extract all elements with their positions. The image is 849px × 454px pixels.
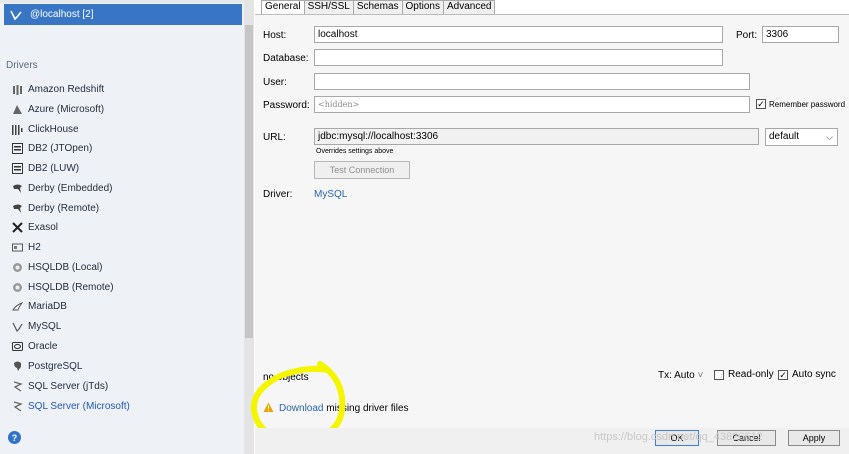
- driver-derby-embedded[interactable]: Derby (Embedded): [11, 179, 112, 197]
- driver-amazon-redshift[interactable]: Amazon Redshift: [11, 80, 104, 98]
- sidebar-scrollbar-thumb[interactable]: [245, 25, 253, 338]
- driver-db2-jtopen[interactable]: DB2 (JTOpen): [11, 139, 92, 157]
- user-label: User:: [263, 77, 287, 88]
- mysql-icon: [11, 320, 23, 332]
- driver-clickhouse[interactable]: ClickHouse: [11, 120, 79, 138]
- driver-azure[interactable]: Azure (Microsoft): [11, 100, 104, 118]
- driver-postgresql[interactable]: PostgreSQL: [11, 357, 82, 375]
- selected-connection-label: @localhost [2]: [30, 9, 94, 20]
- tab-general[interactable]: General: [261, 0, 305, 14]
- driver-label: Driver:: [263, 189, 293, 200]
- clickhouse-icon: [11, 123, 23, 135]
- driver-sqlserver-jtds[interactable]: SQL Server (jTds): [11, 377, 108, 395]
- driver-version-select[interactable]: default ⌵: [765, 128, 838, 146]
- driver-label: H2: [28, 241, 41, 253]
- read-only-checkbox[interactable]: [714, 370, 724, 380]
- port-input[interactable]: 3306: [762, 26, 839, 43]
- cancel-button[interactable]: Cancel: [717, 430, 776, 446]
- remember-password-label: Remember password: [769, 100, 846, 109]
- derby-icon: [11, 182, 23, 194]
- driver-mariadb[interactable]: MariaDB: [11, 297, 67, 315]
- mysql-icon: [10, 9, 22, 21]
- tab-schemas[interactable]: Schemas: [352, 0, 403, 14]
- driver-label: Derby (Embedded): [28, 182, 113, 194]
- drivers-header: Drivers: [6, 60, 38, 71]
- apply-button[interactable]: Apply: [788, 430, 840, 446]
- hsqldb-icon: [11, 281, 23, 293]
- auto-sync-checkbox[interactable]: ✓: [778, 370, 788, 380]
- sqlserver-icon: [11, 400, 23, 412]
- data-sources-dialog: @localhost [2] Drivers Amazon Redshift A…: [0, 0, 849, 454]
- url-input[interactable]: jdbc:mysql://localhost:3306: [314, 128, 759, 145]
- url-label: URL:: [263, 132, 286, 143]
- tab-options[interactable]: Options: [401, 0, 444, 14]
- host-input[interactable]: localhost: [314, 26, 723, 43]
- driver-label: HSQLDB (Local): [28, 261, 103, 273]
- driver-label: Oracle: [28, 340, 58, 352]
- password-label: Password:: [263, 100, 310, 111]
- url-note: Overrides settings above: [316, 148, 394, 155]
- read-only-label: Read-only: [728, 369, 774, 380]
- tab-bar: General SSH/SSL Schemas Options Advanced: [261, 0, 496, 14]
- postgresql-icon: [11, 360, 23, 372]
- help-button[interactable]: ?: [8, 431, 21, 444]
- driver-derby-remote[interactable]: Derby (Remote): [11, 199, 99, 217]
- driver-label: Azure (Microsoft): [28, 103, 105, 115]
- sidebar-top-edge: [0, 0, 244, 3]
- db2-icon: [11, 162, 23, 174]
- hsqldb-icon: [11, 261, 23, 273]
- database-input[interactable]: [314, 49, 723, 66]
- driver-label: PostgreSQL: [28, 360, 83, 372]
- tx-mode-dropdown[interactable]: Tx: Auto ˅: [658, 370, 703, 381]
- driver-mysql[interactable]: MySQL: [11, 317, 61, 335]
- database-label: Database:: [263, 53, 309, 64]
- driver-label: MariaDB: [28, 300, 67, 312]
- sidebar: @localhost [2] Drivers Amazon Redshift A…: [0, 0, 254, 454]
- driver-label: ClickHouse: [28, 123, 79, 135]
- driver-link[interactable]: MySQL: [314, 189, 347, 200]
- driver-exasol[interactable]: Exasol: [11, 218, 58, 236]
- sqlserver-icon: [11, 380, 23, 392]
- driver-label: DB2 (JTOpen): [28, 142, 93, 154]
- driver-oracle[interactable]: Oracle: [11, 337, 57, 355]
- driver-label: HSQLDB (Remote): [28, 281, 114, 293]
- host-label: Host:: [263, 30, 287, 41]
- driver-label: DB2 (LUW): [28, 162, 80, 174]
- driver-version-value: default: [769, 131, 800, 142]
- driver-db2-luw[interactable]: DB2 (LUW): [11, 159, 79, 177]
- mariadb-icon: [11, 300, 23, 312]
- driver-label: Derby (Remote): [28, 202, 100, 214]
- driver-label: SQL Server (jTds): [28, 380, 109, 392]
- remember-password-checkbox[interactable]: ✓: [756, 99, 766, 109]
- azure-icon: [11, 103, 23, 115]
- selected-connection[interactable]: @localhost [2]: [4, 4, 242, 25]
- driver-label: MySQL: [28, 320, 62, 332]
- tab-advanced[interactable]: Advanced: [442, 0, 496, 14]
- oracle-icon: [11, 340, 23, 352]
- exasol-icon: [11, 221, 23, 233]
- driver-hsqldb-local[interactable]: HSQLDB (Local): [11, 258, 102, 276]
- chevron-down-icon: ⌵: [826, 132, 833, 142]
- db2-icon: [11, 142, 23, 154]
- h2-icon: [11, 241, 23, 253]
- tx-mode-label: Tx: Auto: [658, 370, 695, 381]
- driver-hsqldb-remote[interactable]: HSQLDB (Remote): [11, 278, 114, 296]
- chevron-down-icon: ˅: [694, 370, 704, 381]
- driver-label: SQL Server (Microsoft): [28, 400, 130, 412]
- auto-sync-label: Auto sync: [792, 369, 836, 380]
- ok-button[interactable]: OK: [655, 430, 699, 446]
- driver-label: Amazon Redshift: [28, 83, 105, 95]
- redshift-icon: [11, 83, 23, 95]
- derby-icon: [11, 202, 23, 214]
- test-connection-button[interactable]: Test Connection: [314, 161, 410, 179]
- driver-sqlserver-microsoft[interactable]: SQL Server (Microsoft): [11, 397, 130, 415]
- user-input[interactable]: [314, 73, 750, 90]
- tab-ssh-ssl[interactable]: SSH/SSL: [303, 0, 354, 14]
- driver-label: Exasol: [28, 221, 59, 233]
- driver-h2[interactable]: H2: [11, 238, 41, 256]
- password-input[interactable]: <hidden>: [314, 96, 750, 113]
- port-label: Port:: [736, 30, 758, 41]
